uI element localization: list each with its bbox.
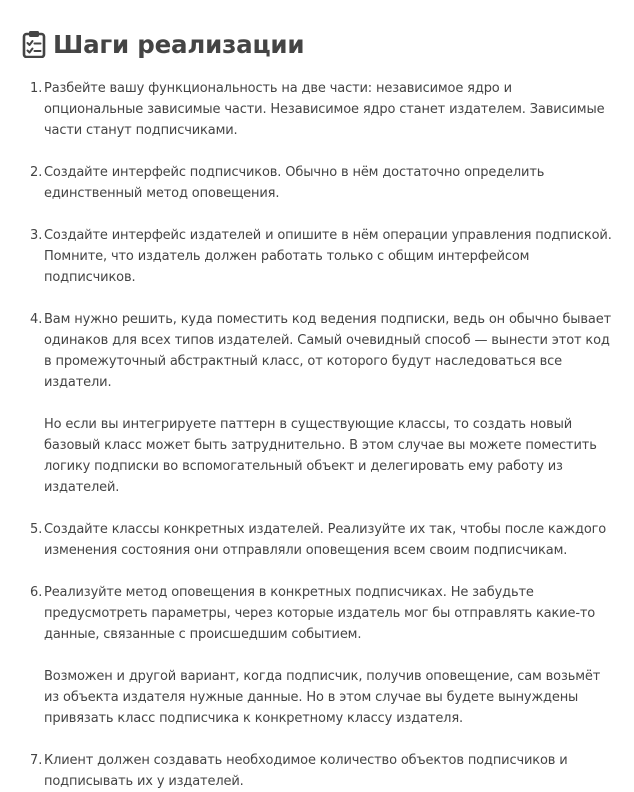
step-number: 1. [30, 81, 43, 96]
step-paragraph: Создайте интерфейс подписчиков. Обычно в… [44, 165, 545, 201]
clipboard-checklist-icon [22, 30, 46, 59]
step-number: 3. [30, 228, 43, 243]
list-item: 5. Создайте классы конкретных издателей. … [22, 519, 614, 561]
list-item: 4. Вам нужно решить, куда поместить код в… [22, 309, 614, 498]
step-paragraph: Но если вы интегрируете паттерн в сущест… [44, 417, 597, 495]
step-paragraph: Клиент должен создавать необходимое коли… [44, 753, 568, 789]
step-paragraph: Создайте классы конкретных издателей. Ре… [44, 522, 607, 558]
page-title: Шаги реализации [53, 29, 305, 59]
step-paragraph: Создайте интерфейс издателей и опишите в… [44, 228, 612, 285]
step-number: 5. [30, 522, 43, 537]
step-number: 2. [30, 165, 43, 180]
step-paragraph: Возможен и другой вариант, когда подписч… [44, 669, 601, 726]
step-paragraph: Разбейте вашу функциональность на две ча… [44, 81, 605, 138]
section-heading: Шаги реализации [22, 26, 614, 62]
step-number: 6. [30, 585, 43, 600]
list-item: 2. Создайте интерфейс подписчиков. Обычно… [22, 162, 614, 204]
list-item: 6. Реализуйте метод оповещения в конкретн… [22, 582, 614, 729]
step-paragraph: Вам нужно решить, куда поместить код вед… [44, 312, 612, 390]
list-item: 3. Создайте интерфейс издателей и опишите… [22, 225, 614, 288]
list-item: 7. Клиент должен создавать необходимое ко… [22, 750, 614, 792]
step-number: 4. [30, 312, 43, 327]
steps-list: 1. Разбейте вашу функциональность на две … [22, 78, 614, 792]
step-number: 7. [30, 753, 43, 768]
page: Шаги реализации 1. Разбейте вашу функцион… [0, 0, 634, 789]
step-paragraph: Реализуйте метод оповещения в конкретных… [44, 585, 596, 642]
list-item: 1. Разбейте вашу функциональность на две … [22, 78, 614, 141]
